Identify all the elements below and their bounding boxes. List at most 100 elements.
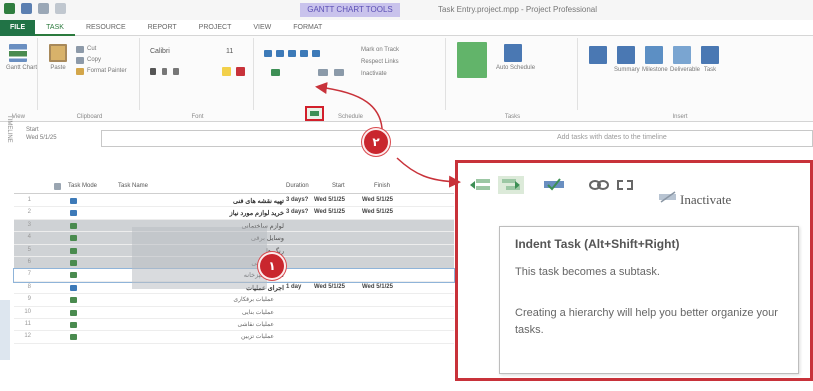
- header-task-name[interactable]: Task Name: [118, 183, 148, 189]
- row-number: 6: [27, 259, 31, 265]
- task-mode-icon: [70, 210, 77, 217]
- inactivate-button[interactable]: Inactivate: [361, 71, 387, 77]
- header-finish[interactable]: Finish: [374, 183, 390, 189]
- bold-icon[interactable]: [150, 68, 156, 75]
- complete-50-icon[interactable]: [288, 50, 296, 57]
- unlink-tasks-icon[interactable]: [334, 69, 344, 76]
- task-button[interactable]: Task: [698, 46, 722, 73]
- task-icon: [701, 46, 719, 64]
- paste-button[interactable]: Paste: [46, 44, 70, 71]
- unlink-tasks-icon[interactable]: [614, 176, 636, 194]
- cut-button[interactable]: Cut: [87, 46, 96, 52]
- context-tab-label: GANTT CHART TOOLS: [300, 3, 400, 17]
- table-row[interactable]: 12 عملیات تزیین: [14, 331, 454, 344]
- undo-icon[interactable]: [38, 3, 49, 14]
- tab-report[interactable]: REPORT: [137, 20, 188, 36]
- underline-icon[interactable]: [173, 68, 179, 75]
- task-name-cell[interactable]: خرید لوازم مورد نیاز: [184, 209, 284, 217]
- tooltip-title: Indent Task (Alt+Shift+Right): [515, 237, 680, 251]
- finish-cell[interactable]: Wed 5/1/25: [362, 284, 393, 290]
- finish-cell[interactable]: Wed 5/1/25: [362, 197, 393, 203]
- tab-view[interactable]: VIEW: [242, 20, 282, 36]
- task-name-cell[interactable]: عملیات بنایی: [174, 309, 274, 316]
- respect-links-button[interactable]: Respect Links: [361, 59, 399, 65]
- callout-badge-2: ٢: [364, 130, 388, 154]
- task-name-cell[interactable]: تهیه نقشه های فنی: [184, 197, 284, 205]
- deliverable-button[interactable]: Deliverable: [670, 46, 701, 73]
- summary-label: Summary: [614, 67, 640, 73]
- deliverable-label: Deliverable: [670, 67, 701, 73]
- table-row[interactable]: 9 عملیات برقکاری: [14, 294, 454, 307]
- copy-button[interactable]: Copy: [87, 57, 101, 63]
- start-cell[interactable]: Wed 5/1/25: [314, 284, 345, 290]
- complete-75-icon[interactable]: [300, 50, 308, 57]
- header-duration[interactable]: Duration: [286, 183, 309, 189]
- row-number: 11: [24, 321, 31, 327]
- start-cell[interactable]: Wed 5/1/25: [314, 209, 345, 215]
- task-mode-icon: [70, 222, 77, 229]
- tab-task[interactable]: TASK: [35, 20, 75, 36]
- row-number: 3: [27, 221, 31, 228]
- select-all-icon[interactable]: [54, 183, 61, 190]
- fill-color-icon[interactable]: [222, 67, 231, 76]
- timeline-start-label: Start: [26, 127, 39, 133]
- task-mode-icon: [70, 260, 77, 266]
- manually-schedule-icon: [457, 42, 487, 78]
- font-size-select[interactable]: 11: [226, 48, 233, 55]
- outdent-icon[interactable]: [468, 176, 494, 194]
- complete-25-icon[interactable]: [276, 50, 284, 57]
- auto-schedule-button[interactable]: Auto Schedule: [496, 44, 535, 71]
- italic-icon[interactable]: [162, 68, 167, 75]
- font-color-icon[interactable]: [236, 67, 245, 76]
- tooltip-line-1: This task becomes a subtask.: [515, 266, 660, 278]
- task-label: Task: [703, 67, 717, 73]
- table-row[interactable]: 11 عملیات نقاشی: [14, 319, 454, 332]
- finish-cell[interactable]: Wed 5/1/25: [362, 209, 393, 215]
- duration-cell[interactable]: 1 day: [286, 284, 301, 290]
- task-mode-icon: [70, 284, 77, 291]
- timeline-bar[interactable]: Add tasks with dates to the timeline: [101, 130, 813, 147]
- milestone-button[interactable]: Milestone: [642, 46, 668, 73]
- font-name-select[interactable]: Calibri: [150, 48, 170, 55]
- group-insert: Summary Milestone Deliverable Task Inser…: [580, 38, 780, 120]
- arrow-to-zoom-panel: [396, 157, 461, 188]
- table-row[interactable]: 10 عملیات بنایی: [14, 307, 454, 319]
- copy-icon: [76, 57, 84, 64]
- mark-on-track-button[interactable]: Mark on Track: [361, 47, 399, 53]
- selection-highlight: [132, 227, 267, 289]
- group-label-schedule: Schedule: [337, 114, 364, 120]
- inactivate-button[interactable]: Inactivate: [680, 192, 731, 208]
- project-logo-icon: [4, 3, 15, 14]
- indent-task-button[interactable]: [305, 106, 324, 121]
- start-cell[interactable]: Wed 5/1/25: [314, 197, 345, 203]
- tab-project[interactable]: PROJECT: [188, 20, 243, 36]
- indent-icon[interactable]: [498, 176, 524, 194]
- link-tasks-icon[interactable]: [588, 176, 610, 194]
- outdent-icon[interactable]: [271, 69, 280, 76]
- duration-cell[interactable]: 3 days?: [286, 197, 308, 203]
- task-name-cell[interactable]: عملیات نقاشی: [174, 321, 274, 328]
- manually-schedule-button[interactable]: [456, 42, 488, 78]
- complete-0-icon[interactable]: [264, 50, 272, 57]
- tab-format[interactable]: FORMAT: [282, 20, 333, 36]
- task-insert-button[interactable]: [586, 46, 610, 64]
- inactivate-icon[interactable]: [658, 190, 678, 204]
- gantt-chart-button[interactable]: Gantt Chart: [6, 44, 37, 71]
- save-icon[interactable]: [21, 3, 32, 14]
- table-row[interactable]: 1 تهیه نقشه های فنی 3 days? Wed 5/1/25 Wed 5…: [14, 195, 454, 208]
- tab-file[interactable]: FILE: [0, 19, 36, 36]
- task-name-cell[interactable]: عملیات تزیین: [174, 333, 274, 340]
- link-tasks-icon[interactable]: [318, 69, 328, 76]
- format-painter-button[interactable]: Format Painter: [87, 68, 127, 74]
- summary-button[interactable]: Summary: [614, 46, 640, 73]
- mark-on-track-icon[interactable]: [542, 176, 566, 194]
- task-name-cell[interactable]: عملیات برقکاری: [174, 296, 274, 303]
- task-mode-icon: [70, 247, 77, 254]
- header-start[interactable]: Start: [332, 183, 345, 189]
- header-task-mode[interactable]: Task Mode: [68, 183, 97, 189]
- redo-icon[interactable]: [55, 3, 66, 14]
- duration-cell[interactable]: 3 days?: [286, 209, 308, 215]
- table-row[interactable]: 2 خرید لوازم مورد نیاز 3 days? Wed 5/1/25 We…: [14, 207, 454, 220]
- complete-100-icon[interactable]: [312, 50, 320, 57]
- tab-resource[interactable]: RESOURCE: [75, 20, 137, 36]
